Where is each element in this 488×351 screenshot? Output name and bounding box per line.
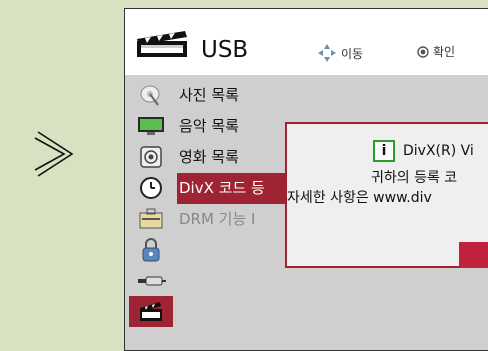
menu-item-photo-list[interactable]: 사진 목록: [177, 80, 488, 111]
satellite-dish-icon[interactable]: [129, 79, 173, 110]
clapperboard-icon: [135, 31, 189, 63]
toolbox-icon[interactable]: [129, 203, 173, 234]
lock-icon[interactable]: [129, 234, 173, 265]
popup-title: i DivX(R) Vi: [373, 140, 474, 162]
popup-line-1: DivX(R) Vi: [403, 143, 474, 159]
ok-button-icon: [417, 45, 429, 58]
monitor-icon[interactable]: [129, 110, 173, 141]
popup-line-2: 귀하의 등록 코: [371, 170, 458, 186]
info-icon: i: [373, 140, 395, 162]
ok-hint: 확인: [417, 43, 455, 60]
tv-menu-screen: USB 이동 확인 사진 목록 음악 목록 영화 목록 DivX 코드 등 DR…: [124, 8, 488, 351]
usb-plug-icon[interactable]: [129, 265, 173, 296]
nav-hint: 이동: [317, 43, 363, 63]
menu-title: USB: [201, 37, 249, 63]
ok-hint-label: 확인: [433, 45, 456, 59]
clock-icon[interactable]: [129, 172, 173, 203]
arrow-keys-icon: [318, 44, 336, 62]
clapperboard-icon[interactable]: [129, 296, 173, 327]
menu-icon-column: [129, 79, 173, 327]
popup-ok-button[interactable]: [459, 242, 488, 268]
popup-line-3: 자세한 사항은 www.div: [287, 190, 432, 206]
speaker-icon[interactable]: [129, 141, 173, 172]
divx-popup: i DivX(R) Vi 귀하의 등록 코 자세한 사항은 www.div: [285, 122, 488, 268]
menu-header: USB 이동 확인: [125, 9, 488, 75]
chevron-right-icon: [34, 131, 74, 177]
nav-hint-label: 이동: [341, 46, 364, 61]
